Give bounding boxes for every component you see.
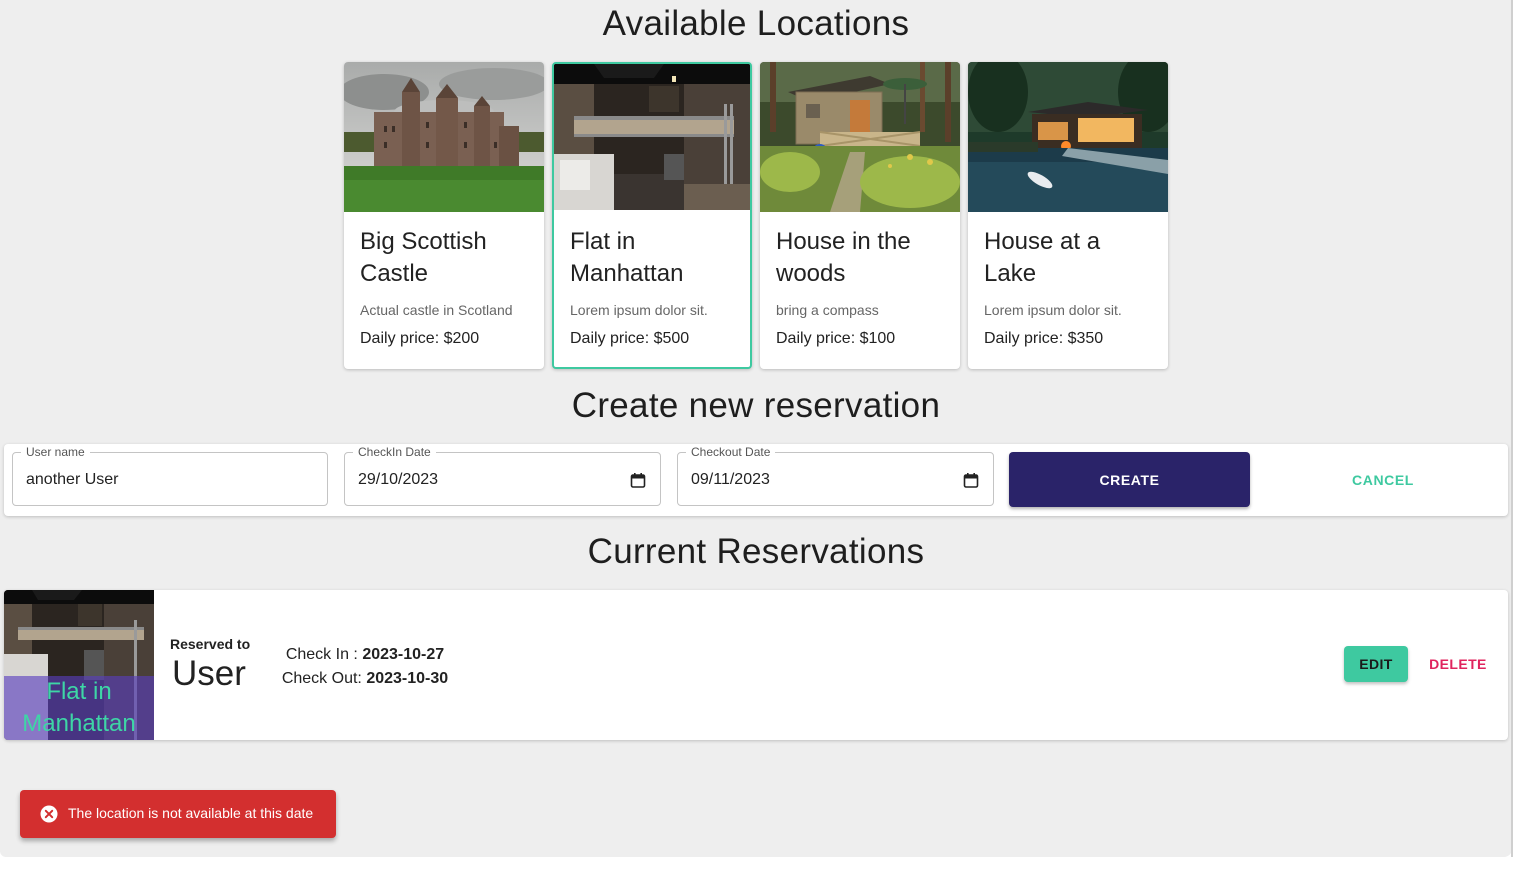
reservation-dates: Check In : 2023-10-27 Check Out: 2023-10… (276, 643, 454, 691)
location-description: Lorem ipsum dolor sit. (570, 302, 708, 318)
location-card-castle[interactable]: Big Scottish Castle Actual castle in Sco… (344, 62, 544, 369)
error-toast: The location is not available at this da… (20, 790, 336, 838)
username-label: User name (21, 445, 90, 459)
reservation-form: User name another User CheckIn Date 29/1… (4, 444, 1508, 516)
checkin-label: CheckIn Date (353, 445, 436, 459)
cabin-photo (760, 62, 960, 212)
username-field[interactable]: User name another User (12, 445, 328, 506)
checkout-date-label: Check Out: (281, 670, 362, 687)
location-price: Daily price: $200 (360, 330, 480, 347)
delete-button[interactable]: DELETE (1424, 646, 1492, 682)
location-title: Flat in Manhattan (570, 228, 684, 287)
cancel-button[interactable]: CANCEL (1264, 452, 1502, 507)
edit-button[interactable]: EDIT (1344, 646, 1408, 682)
create-button[interactable]: CREATE (1009, 452, 1250, 507)
location-description: Actual castle in Scotland (360, 302, 513, 318)
username-input[interactable]: another User (26, 471, 119, 489)
location-title: House at a Lake (984, 228, 1101, 287)
location-price: Daily price: $350 (984, 330, 1104, 347)
calendar-icon[interactable] (963, 472, 979, 488)
reserved-user-name: User (172, 654, 246, 693)
flat-photo (554, 64, 750, 210)
app-background: Available Locations Big Scottish Castle … (0, 0, 1512, 857)
calendar-icon[interactable] (630, 472, 646, 488)
checkin-input[interactable]: 29/10/2023 (358, 471, 438, 489)
locations-heading: Available Locations (602, 4, 910, 43)
location-card-flat[interactable]: Flat in Manhattan Lorem ipsum dolor sit.… (552, 62, 752, 369)
reserved-to-label: Reserved to (170, 636, 251, 652)
reservation-location-thumbnail: Flat in Manhattan (4, 590, 154, 740)
location-price: Daily price: $100 (776, 330, 896, 347)
castle-photo (344, 62, 544, 212)
location-description: bring a compass (776, 302, 879, 318)
checkout-date-field[interactable]: Checkout Date 09/11/2023 (677, 445, 994, 506)
checkout-input[interactable]: 09/11/2023 (691, 471, 770, 489)
location-title: House in the woods (776, 228, 911, 287)
toast-message: The location is not available at this da… (68, 805, 314, 821)
reservations-heading: Current Reservations (587, 532, 925, 571)
reservation-location-name: Flat in Manhattan (22, 678, 136, 737)
form-heading: Create new reservation (571, 386, 941, 425)
location-card-lake-house[interactable]: House at a Lake Lorem ipsum dolor sit. D… (968, 62, 1168, 369)
location-title: Big Scottish Castle (360, 228, 487, 287)
location-description: Lorem ipsum dolor sit. (984, 302, 1122, 318)
checkout-date-value: 2023-10-30 (366, 670, 449, 687)
lake-house-photo (968, 62, 1168, 212)
checkin-date-label: Check In : (285, 646, 358, 663)
location-card-cabin[interactable]: House in the woods bring a compass Daily… (760, 62, 960, 369)
checkin-date-field[interactable]: CheckIn Date 29/10/2023 (344, 445, 661, 506)
error-icon (40, 805, 58, 823)
reservation-card: Flat in Manhattan Reserved to User Check… (4, 590, 1508, 740)
checkin-date-value: 2023-10-27 (362, 646, 445, 663)
checkout-label: Checkout Date (686, 445, 776, 459)
location-price: Daily price: $500 (570, 330, 690, 347)
